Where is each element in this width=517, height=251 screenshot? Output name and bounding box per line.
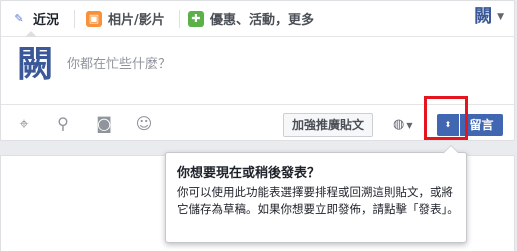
page-switcher[interactable]: 闕 ▼ [473, 7, 504, 27]
tab-status[interactable]: ✎ 近況 [11, 1, 60, 37]
highlight-box [424, 96, 468, 140]
target-icon[interactable]: ⌖ [15, 115, 33, 133]
composer-tabs: ✎ 近況 ▣ 相片/影片 ✚ 優惠、活動，更多 闕 ▼ [1, 1, 514, 37]
avatar: 闕 [16, 44, 53, 85]
tab-offers-events-label: 優惠、活動，更多 [210, 13, 315, 28]
smiley-icon[interactable]: ☺ [135, 115, 153, 133]
tab-divider [74, 10, 75, 28]
schedule-tooltip: 你想要現在或稍後發表？ 你可以使用此功能表選擇要排程或回溯這則貼文，或將它儲存為… [165, 145, 467, 243]
page-avatar: 闕 [474, 6, 493, 27]
tab-status-label: 近況 [33, 13, 60, 28]
tooltip-body: 你可以使用此功能表選擇要排程或回溯這則貼文，或將它儲存為草稿。如果你想要立即發佈… [177, 185, 459, 216]
globe-icon: ◍ [393, 117, 405, 132]
tab-offers-events[interactable]: ✚ 優惠、活動，更多 [188, 1, 314, 36]
tooltip-title: 你想要現在或稍後發表？ [177, 166, 321, 181]
camera-icon[interactable]: ◙ [95, 115, 113, 133]
location-pin-icon[interactable]: ⚲ [54, 115, 72, 133]
tab-photo-video[interactable]: ▣ 相片/影片 [86, 1, 165, 36]
chevron-down-icon: ▼ [497, 12, 504, 22]
photo-icon: ▣ [86, 10, 102, 27]
tab-divider [179, 10, 180, 28]
offer-icon: ✚ [188, 10, 204, 27]
boost-post-button[interactable]: 加強推廣貼文 [283, 113, 374, 137]
pencil-icon: ✎ [11, 10, 27, 27]
chevron-down-icon: ▼ [406, 121, 413, 130]
tab-photo-video-label: 相片/影片 [108, 13, 165, 28]
audience-selector[interactable]: ◍ ▼ [393, 117, 413, 132]
status-input[interactable]: 你都在忙些什麼？ [67, 53, 171, 72]
